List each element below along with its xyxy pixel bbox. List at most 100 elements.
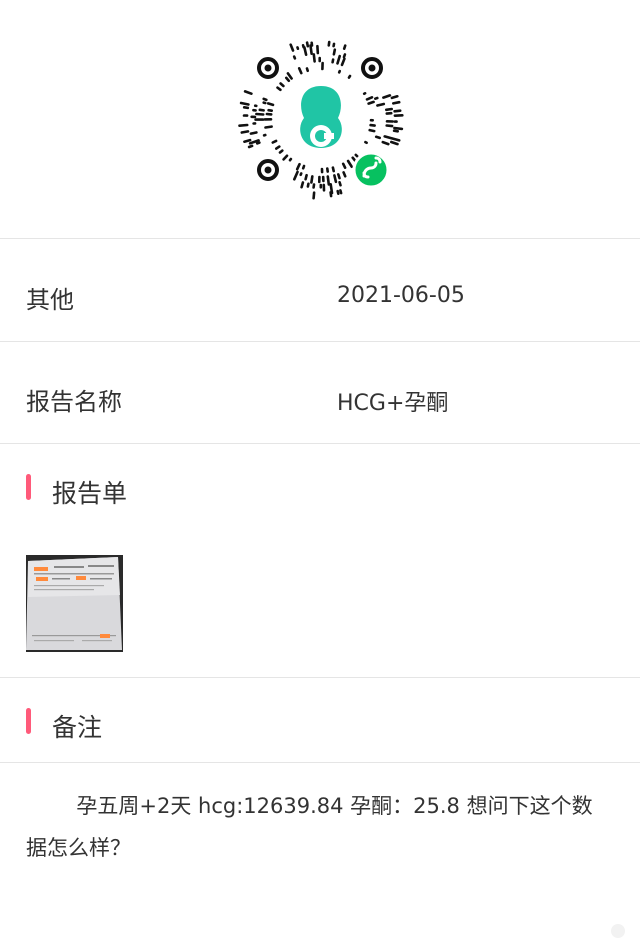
qr-code-stroke <box>390 140 399 146</box>
field-label-report-name: 报告名称 <box>26 388 122 416</box>
qr-code-stroke <box>297 66 303 75</box>
qr-code-stroke <box>276 86 282 92</box>
qr-code-stroke <box>247 144 254 149</box>
qr-code-stroke <box>305 67 309 73</box>
qr-code-stroke <box>369 123 376 127</box>
qr-code-stroke <box>289 43 295 52</box>
qr-code-stroke <box>288 157 293 162</box>
qr-code-stroke <box>238 123 249 127</box>
section-title-report: 报告单 <box>52 479 128 508</box>
qr-code-stroke <box>391 137 401 142</box>
qr-code-stroke <box>336 189 340 195</box>
field-label-other: 其他 <box>26 286 74 314</box>
qr-code-stroke <box>239 101 250 106</box>
qr-code-stroke <box>339 189 343 195</box>
qr-code-stroke <box>385 107 393 112</box>
qr-code-stroke <box>364 140 368 145</box>
qr-code-stroke <box>306 182 310 188</box>
qr-code-stroke <box>249 131 258 135</box>
qr-code-stroke <box>271 139 278 144</box>
qr-code-stroke <box>393 126 404 131</box>
qr-code-stroke <box>310 175 314 184</box>
qr-code-stroke <box>286 72 293 80</box>
qr-code-stroke <box>341 162 347 169</box>
qr-code-stroke <box>266 102 275 107</box>
qr-code-stroke <box>301 164 306 170</box>
qr-code-stroke <box>305 41 310 48</box>
qr-code-stroke <box>336 54 341 65</box>
qr-code-stroke <box>255 141 261 145</box>
qr-code-stroke <box>295 162 301 171</box>
qr-code-stroke <box>374 96 379 101</box>
qr-code-stroke <box>342 171 347 178</box>
qr-code-stroke <box>365 95 374 101</box>
qr-code-stroke <box>279 82 285 88</box>
qr-code-stroke <box>309 44 313 56</box>
qr-code-stroke <box>333 174 338 184</box>
report-image-thumbnail[interactable] <box>26 555 123 652</box>
section-title-remark: 备注 <box>52 713 103 742</box>
report-photo-icon <box>26 555 123 652</box>
divider <box>0 238 640 239</box>
qr-code-stroke <box>326 175 331 186</box>
qr-code-stroke <box>240 130 250 134</box>
qr-code-stroke <box>337 173 341 180</box>
qr-code-stroke <box>299 172 303 177</box>
qr-code-stroke <box>385 124 394 128</box>
watermark-icon <box>611 924 625 938</box>
qr-code-stroke <box>282 154 289 161</box>
qr-code-stroke <box>304 173 308 181</box>
qr-code-stroke <box>303 46 308 57</box>
qr-code-stroke <box>258 108 265 112</box>
remark-text: 孕五周+2天 hcg:12639.84 孕酮：25.8 想问下这个数据怎么样？ <box>26 794 593 860</box>
qr-code-stroke <box>393 109 402 113</box>
qr-code-stroke <box>392 100 401 105</box>
qr-code-stroke <box>329 191 333 198</box>
divider <box>0 762 640 763</box>
divider <box>0 341 640 342</box>
qr-code-stroke <box>368 128 376 133</box>
qr-code-stroke <box>382 94 392 99</box>
qr-code-stroke <box>392 129 399 133</box>
section-accent-bar <box>26 474 31 500</box>
section-accent-bar <box>26 708 31 734</box>
qr-code-stroke <box>354 153 359 158</box>
qr-code-stroke <box>312 53 316 63</box>
field-value-report-name: HCG+孕酮 <box>337 391 449 416</box>
qr-code-stroke <box>301 44 305 49</box>
qr-code-stroke <box>342 44 347 50</box>
qr-code-stroke <box>284 76 291 83</box>
divider <box>0 443 640 444</box>
qr-code-stroke <box>332 48 337 56</box>
qr-code-stroke <box>342 53 347 59</box>
qr-code-stroke <box>383 135 393 140</box>
qr-code-stroke <box>374 135 381 140</box>
qr-code-stroke <box>274 145 281 150</box>
qr-code-stroke <box>255 112 265 116</box>
qr-code-stroke <box>367 100 375 105</box>
qr-code-stroke <box>242 106 250 110</box>
qr-code-stroke <box>376 102 386 107</box>
mini-program-qr-code-icon[interactable] <box>238 36 404 202</box>
qr-code-stroke <box>331 58 335 64</box>
divider <box>0 677 640 678</box>
qr-code-stroke <box>331 166 335 173</box>
qr-code-stroke <box>262 97 268 102</box>
qr-code-stroke <box>340 57 346 67</box>
qr-code-stroke <box>292 170 299 181</box>
qr-code-stroke <box>381 140 390 146</box>
qr-code-stroke <box>312 191 316 200</box>
qr-code-stroke <box>390 94 399 100</box>
qr-code-stroke <box>300 181 305 189</box>
qr-code-stroke <box>337 69 341 74</box>
field-value-date: 2021-06-05 <box>337 283 465 308</box>
qr-code-stroke <box>243 90 253 96</box>
qr-code-stroke <box>292 55 297 60</box>
qr-code-stroke <box>338 181 342 187</box>
qr-code-stroke <box>243 138 252 143</box>
qr-code-stroke <box>278 149 284 154</box>
qr-code-stroke <box>362 91 367 96</box>
qr-code-stroke <box>346 159 353 168</box>
qr-code-stroke <box>264 125 273 129</box>
qr-code-stroke <box>347 74 352 79</box>
